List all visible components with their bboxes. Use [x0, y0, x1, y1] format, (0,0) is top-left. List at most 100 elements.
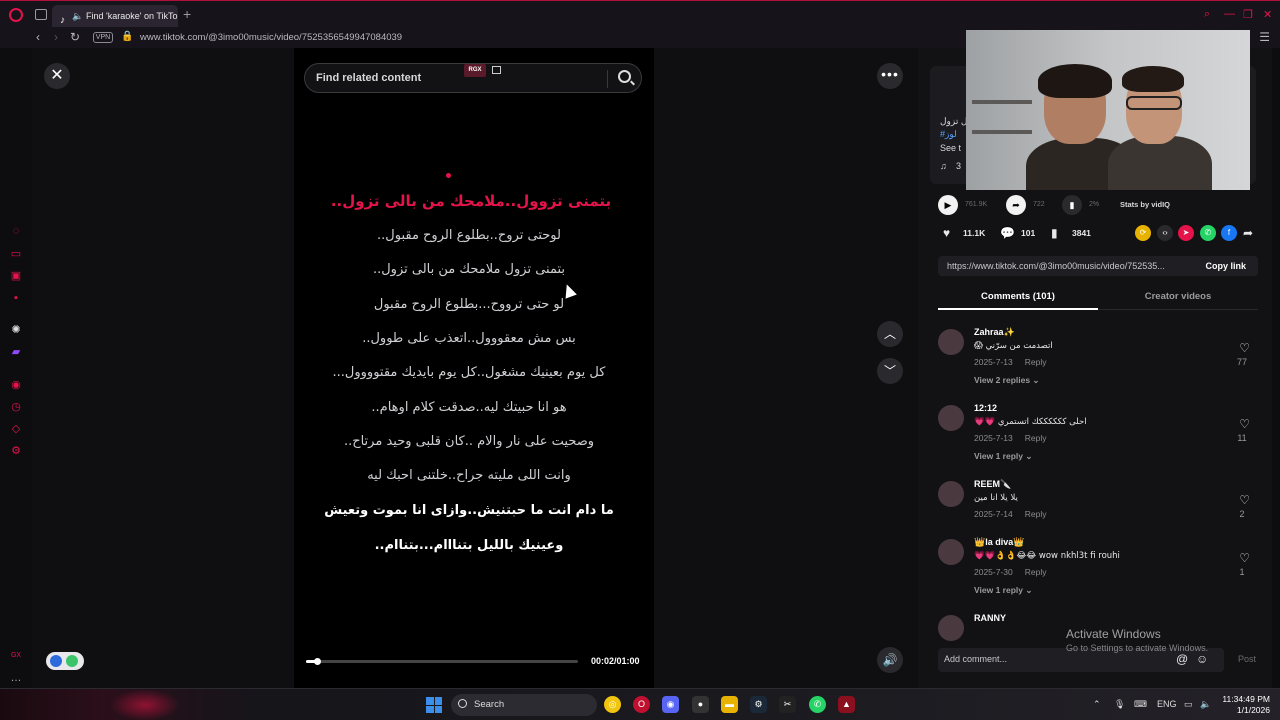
url-field[interactable]: www.tiktok.com/@3imo00music/video/752535…: [140, 32, 402, 43]
comment-like-icon[interactable]: ♡: [1239, 551, 1250, 565]
repost-icon[interactable]: ⟳: [1135, 225, 1151, 241]
start-button[interactable]: [426, 697, 442, 713]
more-sidebar-icon[interactable]: …: [10, 672, 22, 684]
capcut-icon[interactable]: ✂: [779, 696, 796, 713]
mail-icon[interactable]: ▪: [10, 292, 22, 304]
comment-like-icon[interactable]: ♡: [1239, 493, 1250, 507]
view-replies-button[interactable]: View 1 reply ⌄: [974, 451, 1032, 462]
search-icon[interactable]: [618, 70, 631, 83]
more-options-button[interactable]: •••: [877, 63, 903, 89]
comment-username[interactable]: Zahraa✨: [974, 327, 1015, 338]
comment-like-icon[interactable]: ♡: [1239, 417, 1250, 431]
chatgpt-icon[interactable]: ✺: [10, 324, 22, 336]
opera-gx-icon[interactable]: O: [633, 696, 650, 713]
tab-tiktok[interactable]: ♪ 🔈 Find 'karaoke' on TikTo: [52, 5, 178, 27]
twitch-icon[interactable]: ▰: [10, 346, 22, 358]
comment-avatar[interactable]: [938, 615, 964, 641]
view-replies-button[interactable]: View 1 reply ⌄: [974, 585, 1032, 596]
player-icon[interactable]: ◉: [10, 379, 22, 391]
post-button[interactable]: Post: [1238, 654, 1256, 664]
network-icon[interactable]: ▭: [1184, 699, 1193, 710]
comment-icon[interactable]: 💬: [1000, 226, 1015, 240]
reply-button[interactable]: Reply: [1025, 357, 1047, 367]
related-search-box[interactable]: Find related content RGX: [304, 63, 642, 93]
embed-icon[interactable]: ‹›: [1157, 225, 1173, 241]
comment-username[interactable]: 12:12: [974, 403, 997, 413]
mention-icon[interactable]: @: [1176, 652, 1188, 666]
twitch-alt-icon[interactable]: ▣: [10, 270, 22, 282]
tab-comments[interactable]: Comments (101): [938, 286, 1098, 310]
vpn-badge[interactable]: VPN: [93, 32, 113, 43]
close-window-icon[interactable]: ✕: [1263, 8, 1272, 21]
tab-creator-videos[interactable]: Creator videos: [1098, 286, 1258, 310]
reply-button[interactable]: Reply: [1025, 433, 1047, 443]
extension-toggle[interactable]: [46, 652, 84, 670]
comment-username[interactable]: RANNY: [974, 613, 1006, 623]
hashtag-link[interactable]: #لوز: [940, 129, 957, 140]
taskbar-search[interactable]: Search: [451, 694, 597, 716]
comment-avatar[interactable]: [938, 329, 964, 355]
volume-button[interactable]: 🔊: [877, 647, 903, 673]
music-icon[interactable]: ♫: [940, 161, 947, 171]
copy-link-button[interactable]: Copy link: [1205, 261, 1246, 271]
comment-avatar[interactable]: [938, 481, 964, 507]
minimize-icon[interactable]: —: [1224, 8, 1235, 20]
obs-icon[interactable]: ●: [692, 696, 709, 713]
search-input[interactable]: Find related content: [316, 72, 421, 84]
whatsapp-icon[interactable]: ✆: [1200, 225, 1216, 241]
app-icon[interactable]: ▲: [838, 696, 855, 713]
bookmark-icon[interactable]: ▮: [1051, 226, 1058, 240]
play-stats-icon[interactable]: ▶: [938, 195, 958, 215]
stats-by-vidiq[interactable]: Stats by vidIQ: [1120, 200, 1170, 209]
steam-icon[interactable]: ⚙: [750, 696, 767, 713]
search-tabs-icon[interactable]: ⌕: [1204, 8, 1210, 21]
see-more-link[interactable]: See t: [940, 143, 961, 153]
stats-bars-icon[interactable]: ▮: [1062, 195, 1082, 215]
microphone-icon[interactable]: 🎙: [1114, 699, 1125, 710]
like-icon[interactable]: ♥: [943, 226, 950, 240]
rgx-badge[interactable]: RGX: [464, 64, 486, 77]
volume-tray-icon[interactable]: 🔈: [1200, 699, 1211, 710]
send-icon[interactable]: ➤: [1178, 225, 1194, 241]
opera-logo-icon[interactable]: [9, 8, 23, 22]
comment-avatar[interactable]: [938, 405, 964, 431]
next-video-button[interactable]: ﹀: [877, 358, 903, 384]
reply-button[interactable]: Reply: [1025, 509, 1047, 519]
back-icon[interactable]: ‹: [36, 30, 40, 44]
forward-icon[interactable]: ›: [54, 30, 58, 44]
settings-icon[interactable]: ⚙: [10, 445, 22, 457]
comment-username[interactable]: REEM🔪: [974, 479, 1011, 490]
keyboard-icon[interactable]: ⌨: [1134, 699, 1147, 710]
panel-scrollbar[interactable]: [1272, 48, 1280, 688]
discord-icon[interactable]: ◉: [662, 696, 679, 713]
progress-knob[interactable]: [313, 658, 321, 665]
gx-icon[interactable]: GX: [10, 650, 22, 662]
close-video-button[interactable]: ✕: [44, 63, 70, 89]
video-link[interactable]: https://www.tiktok.com/@3imo00music/vide…: [947, 261, 1189, 271]
comment-avatar[interactable]: [938, 539, 964, 565]
language-indicator[interactable]: ENG: [1157, 699, 1177, 709]
aria-icon[interactable]: ◌: [10, 225, 22, 237]
pinboard-icon[interactable]: ◇: [10, 423, 22, 435]
taskbar-clock[interactable]: 11:34:49 PM 1/1/2026: [1218, 694, 1270, 716]
tab-overview-icon[interactable]: [35, 9, 47, 20]
video-progress-bar[interactable]: [306, 658, 578, 665]
comment-like-icon[interactable]: ♡: [1239, 341, 1250, 355]
emoji-icon[interactable]: ☺: [1196, 652, 1208, 666]
lock-icon[interactable]: 🔒: [121, 31, 133, 42]
reload-icon[interactable]: ↻: [70, 30, 80, 44]
restore-icon[interactable]: ❐: [1243, 8, 1253, 21]
facebook-icon[interactable]: f: [1221, 225, 1237, 241]
tray-overflow-icon[interactable]: ⌃: [1093, 699, 1101, 710]
history-icon[interactable]: ◷: [10, 401, 22, 413]
previous-video-button[interactable]: ︿: [877, 321, 903, 347]
comment-username[interactable]: 👑la diva👑: [974, 537, 1024, 548]
cart-icon[interactable]: ▭: [10, 248, 22, 260]
new-tab-button[interactable]: +: [183, 6, 191, 22]
file-explorer-icon[interactable]: ▬: [721, 696, 738, 713]
whatsapp-app-icon[interactable]: ✆: [809, 696, 826, 713]
rgx-toggle-icon[interactable]: [492, 66, 501, 74]
chrome-icon[interactable]: ◎: [604, 696, 621, 713]
reply-button[interactable]: Reply: [1025, 567, 1047, 577]
easy-setup-icon[interactable]: ☰: [1259, 30, 1270, 44]
